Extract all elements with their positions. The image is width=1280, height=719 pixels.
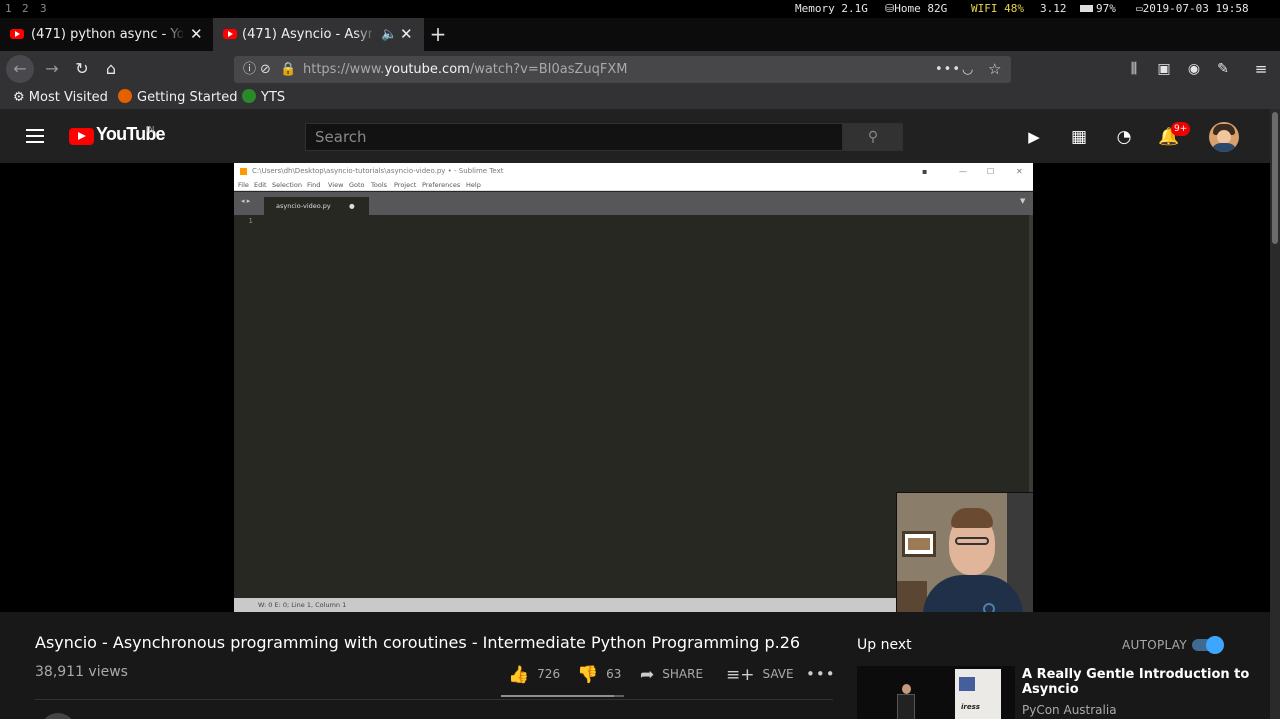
- browser-tab-bar: (471) python async - You ✕ (471) Asyncio…: [0, 18, 1280, 51]
- save-button[interactable]: ≡+ SAVE: [726, 665, 794, 684]
- navigation-toolbar: ← → ↻ ⌂ ⓘ ⊘ 🔒 https://www.youtube.com/wa…: [0, 51, 1280, 87]
- wifi-indicator: WIFI 48%: [971, 2, 1024, 15]
- view-count: 38,911 views: [35, 664, 128, 680]
- video-player[interactable]: C:\Users\dh\Desktop\asyncio-tutorials\as…: [0, 163, 1270, 612]
- battery-icon: [1080, 5, 1093, 12]
- extension-icon[interactable]: ◉: [1180, 55, 1208, 83]
- battery-indicator: 97%: [1080, 0, 1116, 18]
- video-title: Asyncio - Asynchronous programming with …: [35, 633, 801, 652]
- more-actions-icon[interactable]: •••: [806, 665, 836, 683]
- info-icon[interactable]: ⓘ: [243, 56, 256, 83]
- bookmark-yts[interactable]: YTS: [242, 87, 285, 109]
- page-scrollbar[interactable]: [1270, 109, 1280, 719]
- youtube-favicon-icon: [223, 29, 237, 39]
- url-bar[interactable]: ⓘ ⊘ 🔒 https://www.youtube.com/watch?v=BI…: [234, 56, 1011, 83]
- up-next-heading: Up next: [857, 637, 912, 653]
- speaker-icon[interactable]: 🔈: [381, 18, 397, 51]
- page-actions-icon[interactable]: •••: [935, 56, 961, 83]
- sidebar-icon[interactable]: ▣: [1150, 55, 1178, 83]
- messages-icon[interactable]: ◔: [1113, 126, 1135, 148]
- thumbs-down-icon: 👎: [577, 664, 599, 685]
- autoplay-label: AUTOPLAY: [1122, 638, 1187, 652]
- close-tab-icon[interactable]: ✕: [400, 18, 413, 51]
- youtube-header: YouTube IN Search ⚲ ▶ ▦ ◔ 🔔 9+: [0, 109, 1280, 163]
- bookmark-star-icon[interactable]: ☆: [988, 56, 1001, 83]
- search-button[interactable]: ⚲: [843, 123, 903, 151]
- workspace-1[interactable]: 1: [5, 0, 12, 18]
- divider: [35, 699, 833, 700]
- thumbs-up-icon: 👍: [508, 664, 530, 685]
- search-input[interactable]: Search: [305, 123, 843, 151]
- workspace-3[interactable]: 3: [40, 0, 47, 18]
- tab-python-async[interactable]: (471) python async - You ✕: [0, 18, 212, 51]
- new-tab-button[interactable]: +: [428, 18, 448, 51]
- lock-icon[interactable]: 🔒: [280, 56, 296, 83]
- video-info-panel: Asyncio - Asynchronous programming with …: [0, 612, 1270, 719]
- ublock-icon[interactable]: ✎: [1209, 55, 1237, 83]
- home-button[interactable]: ⌂: [97, 55, 125, 83]
- editor-title-bar: C:\Users\dh\Desktop\asyncio-tutorials\as…: [234, 163, 1033, 180]
- forward-button[interactable]: →: [38, 55, 66, 83]
- clock: ▭2019-07-03 19:58: [1136, 2, 1249, 15]
- share-button[interactable]: ➦ SHARE: [640, 665, 703, 684]
- next-video-thumbnail[interactable]: iress: [857, 666, 1015, 719]
- bookmarks-toolbar: ⚙ Most Visited Getting Started YTS: [0, 87, 1280, 109]
- firefox-icon: [118, 89, 132, 103]
- close-tab-icon[interactable]: ✕: [190, 18, 203, 51]
- library-icon[interactable]: ⫼: [1120, 55, 1148, 83]
- add-to-playlist-icon: ≡+: [726, 664, 755, 685]
- user-avatar[interactable]: [1209, 122, 1239, 152]
- create-video-icon[interactable]: ▶: [1023, 126, 1045, 148]
- url-text[interactable]: https://www.youtube.com/watch?v=BI0asZuq…: [303, 56, 628, 83]
- webcam-overlay: [896, 492, 1033, 612]
- apps-grid-icon[interactable]: ▦: [1068, 126, 1090, 148]
- load-indicator: 3.12: [1040, 2, 1067, 15]
- menu-icon[interactable]: ≡: [1247, 55, 1275, 83]
- bookmark-getting-started[interactable]: Getting Started: [118, 87, 238, 109]
- search-icon: ⚲: [867, 129, 879, 145]
- dislike-button[interactable]: 👎 63: [577, 665, 621, 684]
- calendar-icon: ▭: [1136, 2, 1143, 15]
- editor-tab-strip: ◂ ▸ asyncio-video.py ● ▼: [234, 192, 1033, 215]
- editor-file-tab: asyncio-video.py ●: [264, 197, 369, 215]
- drive-icon: ⛁: [885, 2, 895, 15]
- disk-indicator: ⛁Home 82G: [885, 2, 948, 15]
- tab-asyncio[interactable]: (471) Asyncio - Asynch 🔈 ✕: [213, 18, 424, 51]
- gear-icon: ⚙: [13, 90, 29, 105]
- system-status-bar: 1 2 3 Memory 2.1G ⛁Home 82G WIFI 48% 3.1…: [0, 0, 1280, 18]
- memory-indicator: Memory 2.1G: [795, 2, 868, 15]
- country-code: IN: [146, 125, 155, 134]
- share-arrow-icon: ➦: [640, 664, 655, 685]
- youtube-logo-icon[interactable]: [69, 128, 94, 145]
- next-video-title[interactable]: A Really Gentle Introduction to Asyncio: [1022, 667, 1252, 697]
- back-button[interactable]: ←: [6, 55, 34, 83]
- bookmark-most-visited[interactable]: ⚙ Most Visited: [13, 87, 108, 109]
- channel-avatar[interactable]: [40, 713, 76, 719]
- editor-menu-bar: File Edit Selection Find View Goto Tools…: [234, 180, 1033, 191]
- youtube-logo-text[interactable]: YouTube: [96, 124, 166, 145]
- editor-gutter: 1: [234, 215, 261, 595]
- like-button[interactable]: 👍 726: [508, 665, 560, 684]
- workspace-2[interactable]: 2: [22, 0, 29, 18]
- yts-icon: [242, 89, 256, 103]
- next-video-channel[interactable]: PyCon Australia: [1022, 703, 1117, 717]
- youtube-favicon-icon: [10, 29, 24, 39]
- autoplay-toggle[interactable]: [1192, 636, 1224, 654]
- like-ratio-bar: [501, 695, 624, 697]
- notification-badge: 9+: [1171, 122, 1191, 136]
- autoplay-blocked-icon[interactable]: ⊘: [260, 56, 271, 83]
- reload-button[interactable]: ↻: [68, 55, 96, 83]
- pocket-icon[interactable]: ◡: [962, 56, 973, 83]
- screen: { "system": { "workspaces": ["1", "2", "…: [0, 0, 1280, 719]
- guide-menu-icon[interactable]: [26, 129, 44, 143]
